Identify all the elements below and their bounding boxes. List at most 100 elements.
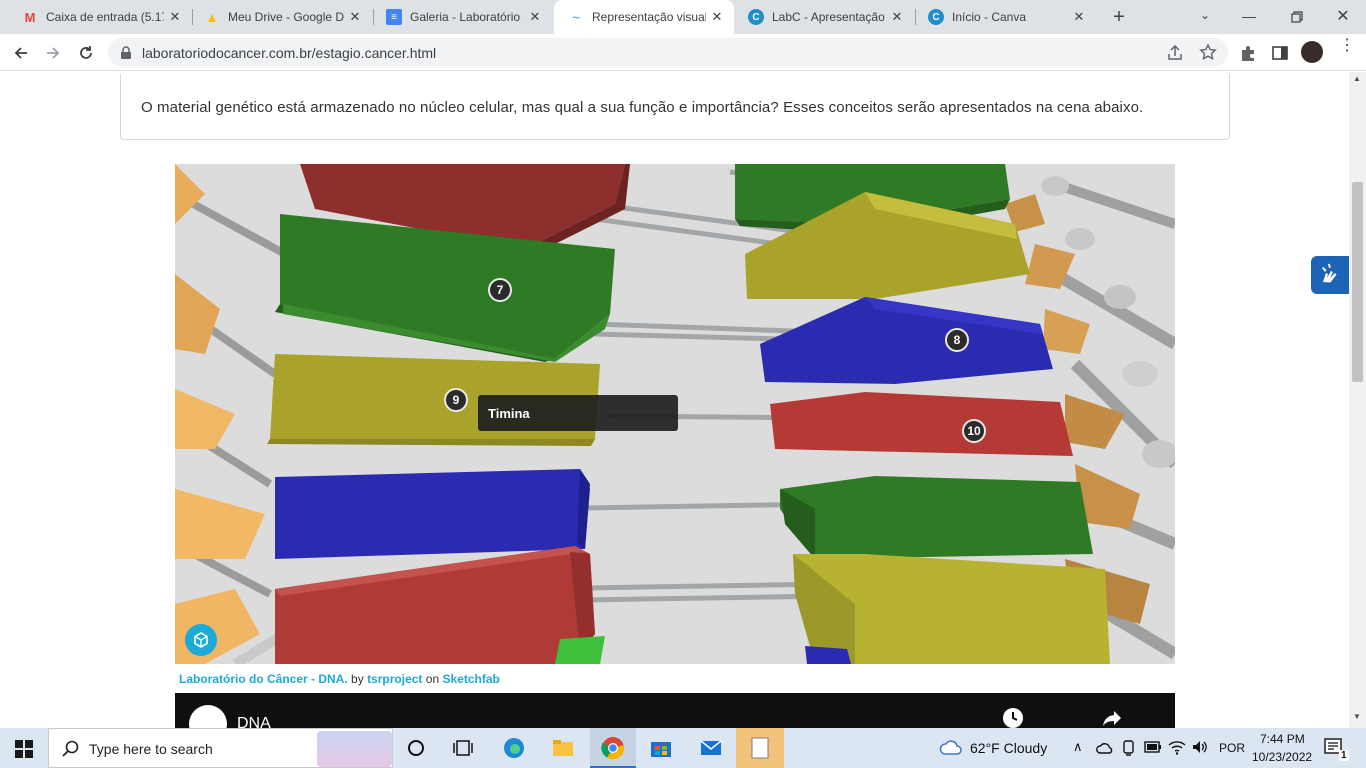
author-link[interactable]: tsrproject <box>367 672 422 686</box>
side-panel-icon[interactable] <box>1271 44 1289 62</box>
notes-app-taskbar-button[interactable] <box>736 728 784 768</box>
share-icon[interactable] <box>1166 44 1184 62</box>
base-block-green-bottom <box>555 636 605 664</box>
scrollbar-thumb[interactable] <box>1352 182 1363 382</box>
browser-toolbar: laboratoriodocancer.com.br/estagio.cance… <box>0 34 1366 71</box>
forward-button[interactable] <box>40 40 66 66</box>
tab-inicio-canva[interactable]: C Início - Canva ✕ <box>914 0 1096 34</box>
page-scrollbar[interactable]: ▲ ▼ <box>1349 72 1366 728</box>
document-icon <box>751 737 769 759</box>
tab-representacao-visual[interactable]: ~ Representação visual c ✕ <box>554 0 734 34</box>
extensions-puzzle-icon[interactable] <box>1239 44 1257 62</box>
close-tab-icon[interactable]: ✕ <box>1068 9 1090 25</box>
intro-text: O material genético está armazenado no n… <box>141 99 1144 116</box>
file-explorer-icon[interactable] <box>551 736 575 760</box>
gmail-icon: M <box>24 9 36 25</box>
wifi-icon[interactable] <box>1168 739 1186 755</box>
sketchfab-3d-viewer[interactable]: 7 8 9 10 Timina <box>175 164 1175 664</box>
watch-later-clock-icon[interactable] <box>1002 707 1024 728</box>
onedrive-cloud-icon[interactable] <box>1096 740 1114 756</box>
tab-strip: M Caixa de entrada (5.17 ✕ ▲ Meu Drive -… <box>0 0 1366 34</box>
video-embed[interactable]: DNA <box>175 693 1175 728</box>
url-text: laboratoriodocancer.com.br/estagio.cance… <box>142 45 437 61</box>
notification-count: 1 <box>1339 750 1349 761</box>
scroll-down-arrow-icon[interactable]: ▼ <box>1353 712 1361 721</box>
close-tab-icon[interactable]: ✕ <box>164 9 186 25</box>
clock-date[interactable]: 10/23/2022 <box>1252 750 1312 764</box>
sign-language-hands-icon <box>1322 263 1337 283</box>
weather-text[interactable]: 62°F Cloudy <box>970 740 1047 756</box>
minimize-button[interactable]: — <box>1240 8 1258 26</box>
annotation-hotspot-8[interactable]: 8 <box>945 328 969 352</box>
search-icon <box>62 740 79 757</box>
share-arrow-icon[interactable] <box>1101 707 1123 728</box>
annotation-hotspot-7[interactable]: 7 <box>488 278 512 302</box>
new-tab-button[interactable]: + <box>1108 6 1130 28</box>
tab-labc-apresentacao[interactable]: C LabC - Apresentação ✕ <box>734 0 914 34</box>
input-language[interactable]: POR <box>1219 741 1245 755</box>
clock-time[interactable]: 7:44 PM <box>1260 732 1305 746</box>
channel-avatar[interactable] <box>189 705 227 728</box>
credit-on: on <box>425 672 440 686</box>
weather-cloud-icon[interactable] <box>938 738 964 758</box>
tab-galeria[interactable]: ≡ Galeria - Laboratório c ✕ <box>372 0 552 34</box>
page-content: O material genético está armazenado no n… <box>0 72 1349 728</box>
annotation-hotspot-9[interactable]: 9 <box>444 388 468 412</box>
chrome-menu-icon[interactable]: ⋮ <box>1339 38 1355 61</box>
mail-icon[interactable] <box>699 736 723 760</box>
base-block-blue-left <box>275 469 590 559</box>
microsoft-store-icon[interactable] <box>649 736 673 760</box>
task-view-icon[interactable] <box>451 736 475 760</box>
base-block-blue-8 <box>760 297 1053 384</box>
credit-by: by <box>351 672 364 686</box>
canva-icon: C <box>928 9 944 25</box>
tab-gmail[interactable]: M Caixa de entrada (5.17 ✕ <box>8 0 192 34</box>
annotation-hotspot-10[interactable]: 10 <box>962 419 986 443</box>
video-title[interactable]: DNA <box>237 715 271 728</box>
meet-now-icon[interactable] <box>1121 739 1137 757</box>
sketchfab-link[interactable]: Sketchfab <box>442 672 499 686</box>
address-bar[interactable]: laboratoriodocancer.com.br/estagio.cance… <box>108 38 1228 67</box>
tab-google-drive[interactable]: ▲ Meu Drive - Google D ✕ <box>190 0 372 34</box>
taskbar-search-box[interactable]: Type here to search <box>48 728 393 768</box>
profile-avatar[interactable] <box>1301 41 1323 63</box>
tab-search-chevron-icon[interactable]: ⌄ <box>1196 8 1214 26</box>
base-block-red-10 <box>770 392 1073 456</box>
chrome-taskbar-button[interactable] <box>590 728 636 768</box>
base-block-yellow-right-bottom <box>793 554 1110 664</box>
base-block-red-bottom <box>275 546 595 664</box>
windows-start-icon[interactable] <box>15 740 33 758</box>
close-tab-icon[interactable]: ✕ <box>886 9 908 25</box>
close-tab-icon[interactable]: ✕ <box>524 9 546 25</box>
chrome-icon <box>601 737 625 760</box>
close-tab-icon[interactable]: ✕ <box>344 9 366 25</box>
close-tab-icon[interactable]: ✕ <box>706 9 728 25</box>
canva-icon: C <box>748 9 764 25</box>
volume-icon[interactable] <box>1191 739 1209 755</box>
search-highlight-image <box>317 731 392 767</box>
scroll-up-arrow-icon[interactable]: ▲ <box>1353 74 1361 83</box>
sketchfab-logo-icon[interactable] <box>185 624 217 656</box>
windows-taskbar: Type here to search 62°F Cloudy ∧ POR 7:… <box>0 728 1366 768</box>
cortana-icon[interactable] <box>404 736 428 760</box>
labc-site-icon: ~ <box>572 9 580 25</box>
close-window-button[interactable]: ✕ <box>1334 6 1352 26</box>
base-block-green-right <box>780 476 1093 559</box>
search-placeholder: Type here to search <box>89 741 213 757</box>
reload-button[interactable] <box>73 40 99 66</box>
model-credit: Laboratório do Câncer - DNA. by tsrproje… <box>179 672 500 686</box>
back-arrow-icon <box>14 47 27 59</box>
restore-button[interactable] <box>1288 8 1306 26</box>
battery-icon[interactable] <box>1144 740 1162 754</box>
bookmark-star-icon[interactable] <box>1199 43 1217 61</box>
edge-browser-icon[interactable] <box>502 736 526 760</box>
lock-icon <box>121 46 131 59</box>
annotation-tooltip: Timina <box>478 395 678 431</box>
model-link[interactable]: Laboratório do Câncer - DNA. <box>179 672 348 686</box>
back-button[interactable] <box>8 40 34 66</box>
tray-chevron-icon[interactable]: ∧ <box>1073 739 1083 755</box>
reload-icon <box>80 46 92 59</box>
forward-arrow-icon <box>47 47 60 59</box>
vlibras-accessibility-button[interactable] <box>1311 256 1349 294</box>
intro-box: O material genético está armazenado no n… <box>120 74 1230 140</box>
